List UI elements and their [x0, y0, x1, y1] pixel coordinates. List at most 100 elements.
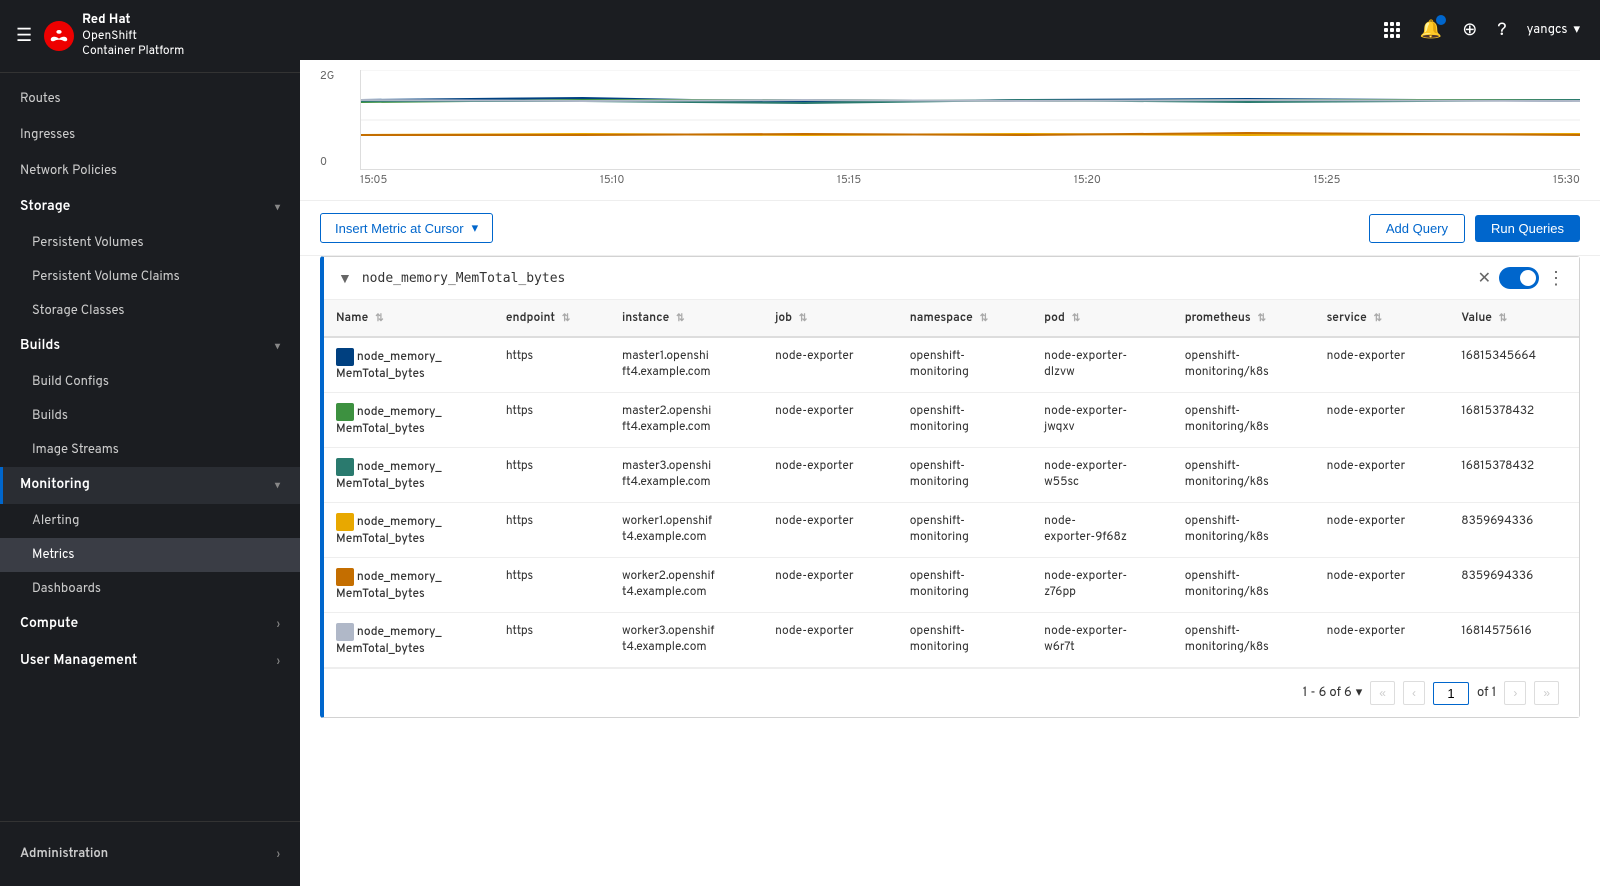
sidebar-item-alerting[interactable]: Alerting [0, 504, 300, 538]
hamburger-icon[interactable]: ☰ [16, 25, 32, 48]
cell-instance-5: worker3.openshift4.example.com [610, 613, 763, 668]
sort-prometheus-icon[interactable]: ⇅ [1258, 312, 1266, 325]
sort-instance-icon[interactable]: ⇅ [676, 312, 684, 325]
cell-service-0: node-exporter [1315, 337, 1450, 393]
th-service: service ⇅ [1315, 300, 1450, 337]
cell-pod-1: node-exporter-jwqxv [1032, 393, 1173, 448]
query-close-button[interactable]: ✕ [1478, 268, 1491, 288]
th-namespace: namespace ⇅ [898, 300, 1032, 337]
sidebar-item-ingresses[interactable]: Ingresses [0, 117, 300, 153]
chart-plot [360, 70, 1580, 170]
cell-job-3: node-exporter [763, 503, 898, 558]
cell-prometheus-0: openshift-monitoring/k8s [1173, 337, 1315, 393]
sidebar-item-routes[interactable]: Routes [0, 81, 300, 117]
query-input[interactable]: node_memory_MemTotal_bytes [362, 271, 1468, 286]
th-job: job ⇅ [763, 300, 898, 337]
add-icon[interactable]: ⊕ [1462, 19, 1477, 42]
cell-job-4: node-exporter [763, 558, 898, 613]
cell-job-1: node-exporter [763, 393, 898, 448]
cell-name-4: node_memory_MemTotal_bytes [324, 558, 494, 613]
sidebar-section-storage[interactable]: Storage ▾ [0, 189, 300, 226]
monitoring-chevron-icon: ▾ [275, 479, 280, 492]
cell-service-2: node-exporter [1315, 448, 1450, 503]
sidebar-section-compute[interactable]: Compute › [0, 606, 300, 643]
pagination-page-input[interactable] [1433, 682, 1469, 705]
compute-chevron-icon: › [277, 618, 280, 631]
cell-value-1: 16815378432 [1449, 393, 1579, 448]
sort-job-icon[interactable]: ⇅ [799, 312, 807, 325]
sort-namespace-icon[interactable]: ⇅ [980, 312, 988, 325]
sidebar-item-network-policies[interactable]: Network Policies [0, 153, 300, 189]
redhat-logo: Red Hat OpenShift Container Platform [44, 12, 184, 60]
th-pod: pod ⇅ [1032, 300, 1173, 337]
sidebar-item-administration[interactable]: Administration › [20, 836, 280, 872]
table-row: node_memory_MemTotal_bytes https worker2… [324, 558, 1579, 613]
user-menu[interactable]: yangcs ▾ [1527, 22, 1580, 38]
table-row: node_memory_MemTotal_bytes https worker3… [324, 613, 1579, 668]
cell-service-3: node-exporter [1315, 503, 1450, 558]
table-row: node_memory_MemTotal_bytes https master3… [324, 448, 1579, 503]
table-body: node_memory_MemTotal_bytes https master1… [324, 337, 1579, 668]
cell-name-1: node_memory_MemTotal_bytes [324, 393, 494, 448]
apps-grid-icon[interactable] [1384, 22, 1400, 38]
pagination-first-button[interactable]: « [1370, 681, 1395, 705]
query-more-button[interactable]: ⋮ [1547, 268, 1565, 289]
color-swatch-2 [336, 458, 354, 476]
pagination-range: 1 - 6 of 6 ▾ [1302, 685, 1362, 701]
notification-bell-icon[interactable]: 🔔 [1420, 19, 1442, 42]
sort-value-icon[interactable]: ⇅ [1499, 312, 1507, 325]
sidebar-item-storage-classes[interactable]: Storage Classes [0, 294, 300, 328]
query-collapse-button[interactable]: ▼ [338, 270, 352, 286]
cell-prometheus-2: openshift-monitoring/k8s [1173, 448, 1315, 503]
pagination-chevron-icon[interactable]: ▾ [1356, 685, 1363, 701]
sort-name-icon[interactable]: ⇅ [375, 312, 383, 325]
sort-service-icon[interactable]: ⇅ [1374, 312, 1382, 325]
insert-metric-button[interactable]: Insert Metric at Cursor ▾ [320, 213, 493, 243]
cell-namespace-2: openshift-monitoring [898, 448, 1032, 503]
table-row: node_memory_MemTotal_bytes https master1… [324, 337, 1579, 393]
cell-namespace-1: openshift-monitoring [898, 393, 1032, 448]
run-queries-button[interactable]: Run Queries [1475, 215, 1580, 242]
sidebar-item-build-configs[interactable]: Build Configs [0, 365, 300, 399]
pagination-next-button[interactable]: › [1504, 681, 1526, 705]
sidebar-section-monitoring[interactable]: Monitoring ▾ [0, 467, 300, 504]
cell-job-0: node-exporter [763, 337, 898, 393]
cell-prometheus-5: openshift-monitoring/k8s [1173, 613, 1315, 668]
cell-value-4: 8359694336 [1449, 558, 1579, 613]
sidebar-item-dashboards[interactable]: Dashboards [0, 572, 300, 606]
sidebar-item-builds[interactable]: Builds [0, 399, 300, 433]
pagination-prev-button[interactable]: ‹ [1403, 681, 1425, 705]
sidebar-item-persistent-volumes[interactable]: Persistent Volumes [0, 226, 300, 260]
page-content: 2G 0 15:05 [300, 60, 1600, 886]
cell-pod-0: node-exporter-dlzvw [1032, 337, 1173, 393]
sidebar-item-image-streams[interactable]: Image Streams [0, 433, 300, 467]
help-icon[interactable]: ? [1497, 19, 1506, 42]
color-swatch-5 [336, 623, 354, 641]
sidebar-item-metrics[interactable]: Metrics [0, 538, 300, 572]
table-row: node_memory_MemTotal_bytes https worker1… [324, 503, 1579, 558]
color-swatch-3 [336, 513, 354, 531]
sidebar-section-user-management[interactable]: User Management › [0, 643, 300, 680]
pagination-total: of 1 [1477, 685, 1496, 701]
cell-pod-3: node-exporter-9f68z [1032, 503, 1173, 558]
cell-endpoint-2: https [494, 448, 610, 503]
cell-value-0: 16815345664 [1449, 337, 1579, 393]
cell-instance-2: master3.openshift4.example.com [610, 448, 763, 503]
cell-endpoint-3: https [494, 503, 610, 558]
query-actions: ✕ ⋮ [1478, 267, 1565, 289]
th-value: Value ⇅ [1449, 300, 1579, 337]
color-swatch-1 [336, 403, 354, 421]
chart-y-labels: 2G 0 [320, 70, 334, 170]
cell-service-1: node-exporter [1315, 393, 1450, 448]
color-swatch-4 [336, 568, 354, 586]
sidebar-section-builds[interactable]: Builds ▾ [0, 328, 300, 365]
cell-namespace-3: openshift-monitoring [898, 503, 1032, 558]
pagination-last-button[interactable]: » [1534, 681, 1559, 705]
add-query-button[interactable]: Add Query [1369, 214, 1465, 243]
cell-pod-5: node-exporter-w6r7t [1032, 613, 1173, 668]
sort-pod-icon[interactable]: ⇅ [1072, 312, 1080, 325]
sidebar-item-persistent-volume-claims[interactable]: Persistent Volume Claims [0, 260, 300, 294]
sort-endpoint-icon[interactable]: ⇅ [562, 312, 570, 325]
cell-job-2: node-exporter [763, 448, 898, 503]
query-toggle[interactable] [1499, 267, 1539, 289]
